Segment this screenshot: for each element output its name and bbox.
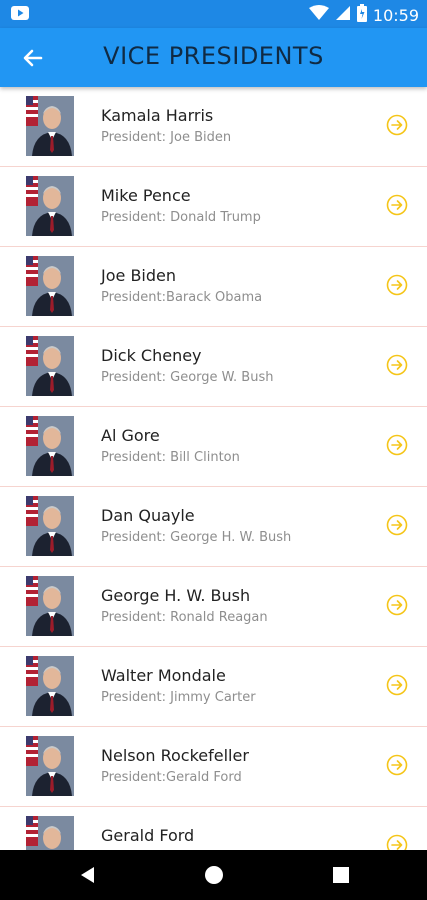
page-title: VICE PRESIDENTS: [103, 42, 324, 70]
list-item[interactable]: George H. W. Bush President: Ronald Reaga…: [0, 567, 427, 647]
arrow-forward-circle-icon[interactable]: [386, 274, 408, 296]
portrait-photo: [26, 416, 74, 476]
vice-president-name: Dick Cheney: [101, 346, 202, 365]
list-item[interactable]: Dan Quayle President: George H. W. Bush: [0, 487, 427, 567]
president-subtitle: President: George W. Bush: [101, 370, 274, 385]
nav-back-icon[interactable]: [76, 863, 100, 887]
arrow-forward-circle-icon[interactable]: [386, 514, 408, 536]
wifi-icon: [308, 5, 329, 26]
portrait-photo: [26, 496, 74, 556]
vice-president-name: Kamala Harris: [101, 106, 214, 125]
arrow-forward-circle-icon[interactable]: [386, 114, 408, 136]
battery-icon: [356, 4, 367, 27]
arrow-forward-circle-icon[interactable]: [386, 754, 408, 776]
nav-home-icon[interactable]: [202, 863, 226, 887]
portrait-photo: [26, 816, 74, 850]
president-subtitle: President: George H. W. Bush: [101, 530, 292, 545]
vice-president-list: Kamala Harris President: Joe Biden Mike Pe…: [0, 87, 427, 850]
president-subtitle: President: Joe Biden: [101, 130, 232, 145]
status-bar: 10:59: [0, 0, 427, 28]
vice-president-name: Joe Biden: [101, 266, 176, 285]
list-item[interactable]: Nelson Rockefeller President:Gerald Ford: [0, 727, 427, 807]
arrow-forward-circle-icon[interactable]: [386, 354, 408, 376]
president-subtitle: President: Ronald Reagan: [101, 610, 268, 625]
president-subtitle: President:Gerald Ford: [101, 770, 242, 785]
arrow-forward-circle-icon[interactable]: [386, 594, 408, 616]
vice-president-name: Walter Mondale: [101, 666, 226, 685]
portrait-photo: [26, 336, 74, 396]
portrait-photo: [26, 576, 74, 636]
portrait-photo: [26, 176, 74, 236]
nav-recents-icon[interactable]: [329, 863, 353, 887]
list-item[interactable]: Walter Mondale President: Jimmy Carter: [0, 647, 427, 727]
arrow-forward-circle-icon[interactable]: [386, 834, 408, 850]
portrait-photo: [26, 736, 74, 796]
list-item[interactable]: Mike Pence President: Donald Trump: [0, 167, 427, 247]
youtube-notification-icon: [10, 5, 30, 26]
president-subtitle: President:Barack Obama: [101, 290, 263, 305]
cellular-signal-icon: [335, 5, 351, 26]
vice-president-name: Mike Pence: [101, 186, 191, 205]
arrow-forward-circle-icon[interactable]: [386, 194, 408, 216]
president-subtitle: President: Bill Clinton: [101, 450, 240, 465]
list-item[interactable]: Dick Cheney President: George W. Bush: [0, 327, 427, 407]
list-item[interactable]: Kamala Harris President: Joe Biden: [0, 87, 427, 167]
vice-president-name: George H. W. Bush: [101, 586, 251, 605]
arrow-forward-circle-icon[interactable]: [386, 434, 408, 456]
clock: 10:59: [372, 6, 419, 25]
vice-president-name: Dan Quayle: [101, 506, 195, 525]
portrait-photo: [26, 96, 74, 156]
portrait-photo: [26, 656, 74, 716]
list-item[interactable]: Gerald Ford: [0, 807, 427, 850]
vice-president-name: Al Gore: [101, 426, 160, 445]
president-subtitle: President: Jimmy Carter: [101, 690, 256, 705]
vice-president-name: Gerald Ford: [101, 826, 195, 845]
list-item[interactable]: Al Gore President: Bill Clinton: [0, 407, 427, 487]
arrow-forward-circle-icon[interactable]: [386, 674, 408, 696]
president-subtitle: President: Donald Trump: [101, 210, 261, 225]
vice-president-name: Nelson Rockefeller: [101, 746, 249, 765]
portrait-photo: [26, 256, 74, 316]
system-navigation-bar: [0, 850, 427, 900]
app-bar: VICE PRESIDENTS: [0, 28, 427, 87]
list-item[interactable]: Joe Biden President:Barack Obama: [0, 247, 427, 327]
